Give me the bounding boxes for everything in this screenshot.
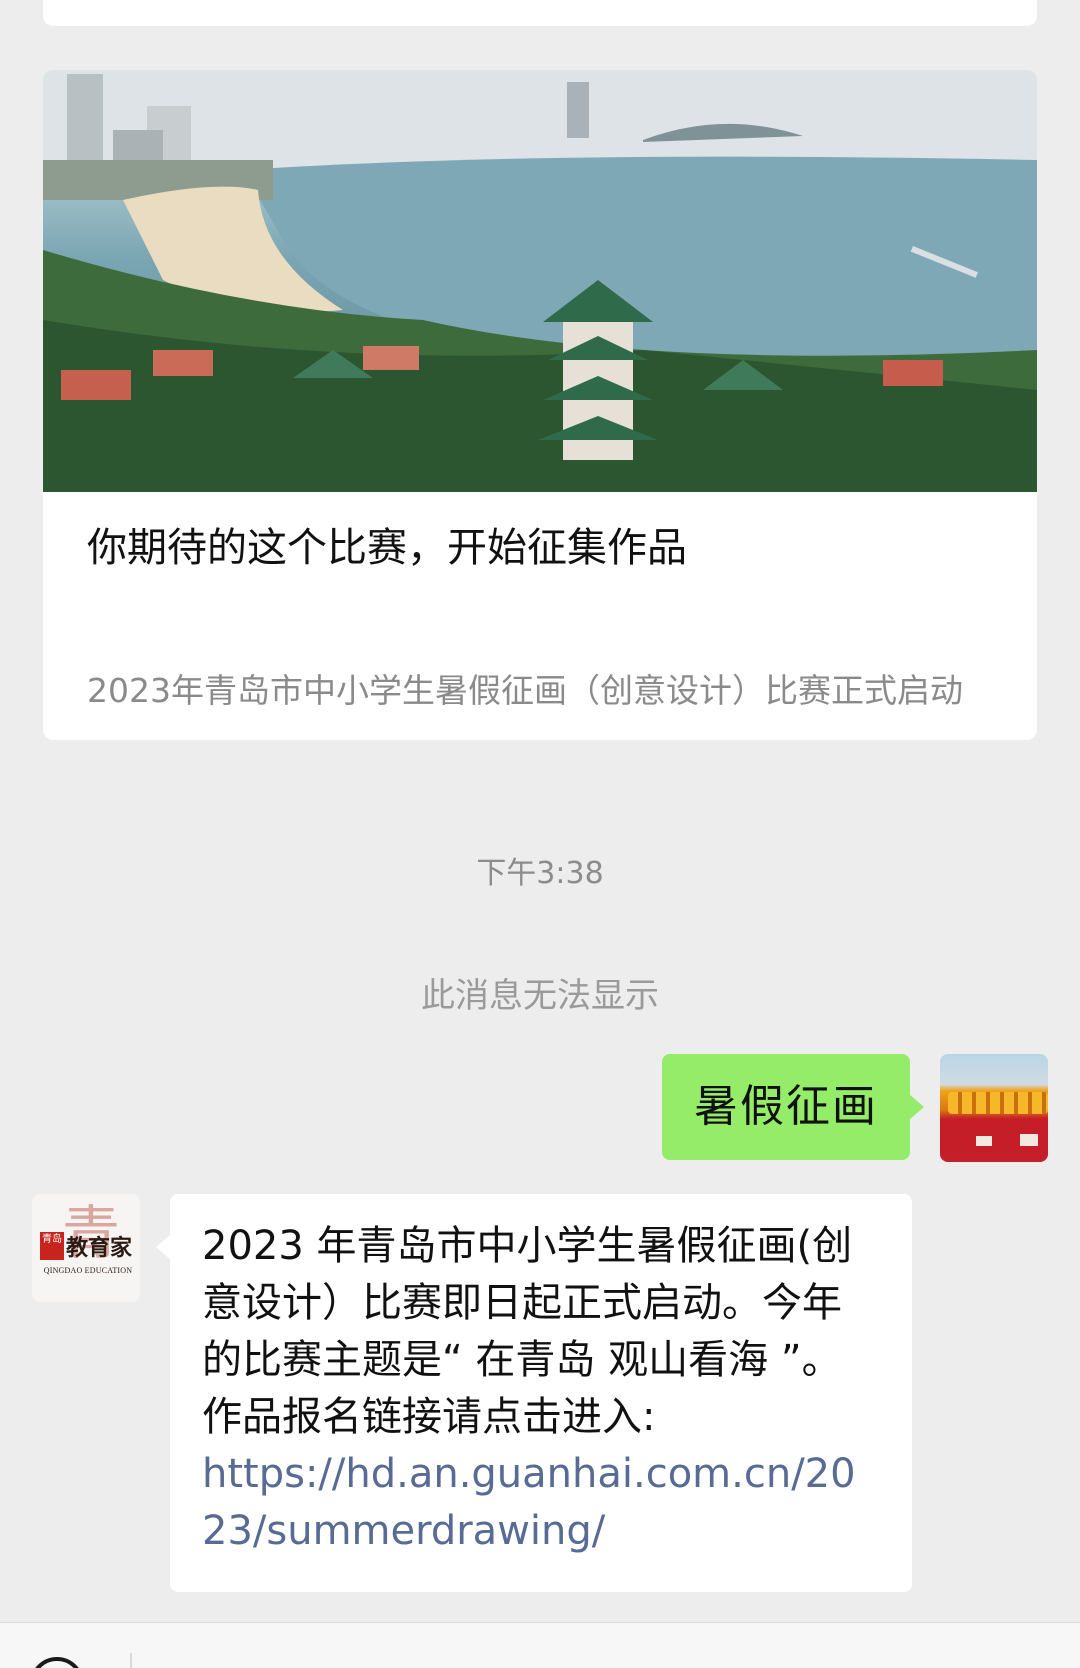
roof-tile-graphic xyxy=(948,1092,1048,1114)
article-card[interactable]: 你期待的这个比赛，开始征集作品 2023年青岛市中小学生暑假征画（创意设计）比赛… xyxy=(43,70,1037,740)
message-timestamp: 下午3:38 xyxy=(476,856,604,891)
incoming-message-bubble[interactable]: 2023 年青岛市中小学生暑假征画(创意设计）比赛即日起正式启动。今年的比赛主题… xyxy=(156,1194,912,1592)
article-description: 2023年青岛市中小学生暑假征画（创意设计）比赛正式启动 xyxy=(87,671,963,710)
avatar-brand-text: 教育家 xyxy=(66,1235,133,1261)
outgoing-message-bubble[interactable]: 暑假征画 xyxy=(662,1054,924,1160)
sender-avatar[interactable]: 青 青岛 教育家 QINGDAO EDUCATION xyxy=(32,1194,140,1302)
bubble-tail xyxy=(156,1234,171,1260)
avatar-sign xyxy=(976,1136,992,1146)
input-toolbar xyxy=(0,1622,1080,1668)
outgoing-message-text: 暑假征画 xyxy=(694,1081,878,1132)
self-avatar[interactable] xyxy=(940,1054,1048,1162)
bubble-tail xyxy=(909,1094,924,1120)
previous-message-card[interactable] xyxy=(43,0,1037,26)
incoming-message-text: 2023 年青岛市中小学生暑假征画(创意设计）比赛即日起正式启动。今年的比赛主题… xyxy=(202,1223,853,1440)
voice-input-icon[interactable] xyxy=(30,1657,84,1668)
article-cover-image xyxy=(43,70,1037,492)
avatar-sign xyxy=(1020,1134,1038,1146)
article-title: 你期待的这个比赛，开始征集作品 xyxy=(87,525,687,571)
toolbar-divider xyxy=(130,1653,132,1668)
avatar-brand-en: QINGDAO EDUCATION xyxy=(43,1266,133,1275)
registration-link[interactable]: https://hd.an.guanhai.com.cn/2023/summer… xyxy=(202,1446,880,1560)
avatar-seal: 青岛 xyxy=(40,1232,64,1260)
system-notice: 此消息无法显示 xyxy=(421,976,659,1016)
